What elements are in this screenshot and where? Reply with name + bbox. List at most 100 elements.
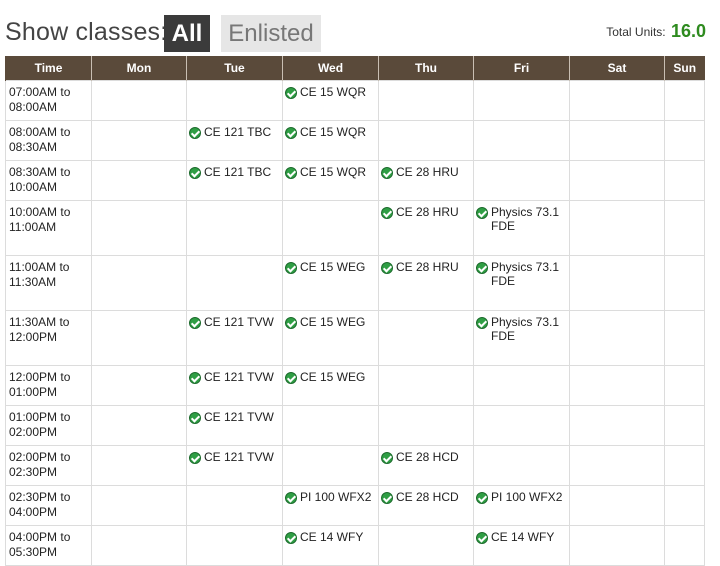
class-entry[interactable]: Physics 73.1 FDE [476,315,566,343]
table-row: 08:00AM to 08:30AM CE 121 TBC CE 15 WQR [5,120,705,161]
check-circle-icon [381,262,393,274]
check-circle-icon [381,452,393,464]
schedule-cell-wed: CE 15 WEG [282,255,379,311]
class-entry[interactable]: CE 14 WFY [476,530,566,544]
check-circle-icon [476,532,488,544]
column-header-fri: Fri [473,56,570,81]
schedule-cell-mon [91,525,187,566]
class-label: CE 121 TVW [204,370,274,384]
schedule-cell-sat [569,525,665,566]
schedule-cell-thu: CE 28 HRU [378,255,474,311]
class-label: CE 28 HCD [396,450,459,464]
schedule-cell-fri: PI 100 WFX2 [473,485,570,526]
class-entry[interactable]: CE 28 HCD [381,450,470,464]
schedule-cell-tue [186,485,283,526]
table-row: 08:30AM to 10:00AM CE 121 TBC CE 15 WQR CE … [5,160,705,201]
schedule-cell-wed [282,200,379,256]
class-entry[interactable]: CE 28 HCD [381,490,470,504]
class-entry[interactable]: CE 121 TVW [189,370,279,384]
show-classes-label: Show classes: [5,18,168,46]
class-entry[interactable]: Physics 73.1 FDE [476,260,566,288]
class-entry[interactable]: CE 15 WEG [285,260,375,274]
check-circle-icon [285,262,297,274]
schedule-cell-fri [473,445,570,486]
class-entry[interactable]: Physics 73.1 FDE [476,205,566,233]
table-row: 11:00AM to 11:30AM CE 15 WEG CE 28 HRU Phys… [5,255,705,311]
schedule-cell-tue [186,80,283,121]
schedule-cell-fri [473,160,570,201]
class-entry[interactable]: CE 15 WEG [285,315,375,329]
class-entry[interactable]: CE 121 TVW [189,315,279,329]
class-entry[interactable]: CE 121 TBC [189,125,279,139]
schedule-cell-fri: CE 14 WFY [473,525,570,566]
table-row: 07:00AM to 08:00AM CE 15 WQR [5,80,705,121]
schedule-cell-fri: Physics 73.1 FDE [473,255,570,311]
class-label: CE 15 WQR [300,165,367,179]
schedule-cell-tue: CE 121 TVW [186,310,283,366]
schedule-body: 07:00AM to 08:00AM CE 15 WQR 08:00AM to 08… [5,80,705,566]
filter-enlisted-button[interactable]: Enlisted [221,15,321,52]
class-entry[interactable]: CE 121 TVW [189,450,279,464]
time-slot: 10:00AM to 11:00AM [5,200,92,256]
column-header-thu: Thu [378,56,474,81]
schedule-cell-wed: PI 100 WFX2 [282,485,379,526]
check-circle-icon [476,492,488,504]
schedule-cell-sun [664,200,705,256]
check-circle-icon [189,317,201,329]
schedule-cell-mon [91,200,187,256]
class-entry[interactable]: CE 28 HRU [381,205,470,219]
schedule-cell-sun [664,255,705,311]
time-slot: 07:00AM to 08:00AM [5,80,92,121]
check-circle-icon [285,127,297,139]
class-entry[interactable]: CE 28 HRU [381,260,470,274]
class-entry[interactable]: CE 28 HRU [381,165,470,179]
time-slot: 11:30AM to 12:00PM [5,310,92,366]
class-entry[interactable]: CE 121 TVW [189,410,279,424]
schedule-cell-wed [282,445,379,486]
schedule-cell-sat [569,80,665,121]
schedule-cell-thu [378,310,474,366]
class-entry[interactable]: PI 100 WFX2 [476,490,566,504]
schedule-cell-sat [569,160,665,201]
class-entry[interactable]: CE 15 WQR [285,165,375,179]
schedule-cell-mon [91,80,187,121]
schedule-cell-thu [378,80,474,121]
filter-all-button[interactable]: All [164,15,210,52]
check-circle-icon [285,167,297,179]
schedule-cell-sun [664,405,705,446]
class-label: CE 14 WFY [300,530,364,544]
schedule-cell-sat [569,405,665,446]
table-row: 04:00PM to 05:30PM CE 14 WFY CE 14 WFY [5,525,705,566]
class-label: Physics 73.1 FDE [491,315,560,343]
column-header-sat: Sat [569,56,665,81]
table-row: 12:00PM to 01:00PM CE 121 TVW CE 15 WEG [5,365,705,406]
schedule-cell-sat [569,120,665,161]
class-entry[interactable]: CE 15 WEG [285,370,375,384]
schedule-cell-fri [473,405,570,446]
table-row: 01:00PM to 02:00PM CE 121 TVW [5,405,705,446]
class-entry[interactable]: CE 121 TBC [189,165,279,179]
schedule-cell-tue: CE 121 TBC [186,120,283,161]
schedule-table: Time Mon Tue Wed Thu Fri Sat Sun 07:00AM to 08:… [5,56,705,566]
check-circle-icon [285,492,297,504]
total-units-label: Total Units: [606,25,666,39]
class-entry[interactable]: CE 14 WFY [285,530,375,544]
schedule-cell-wed [282,405,379,446]
schedule-header-row: Time Mon Tue Wed Thu Fri Sat Sun [5,56,705,81]
check-circle-icon [285,317,297,329]
check-circle-icon [285,372,297,384]
class-label: PI 100 WFX2 [300,490,372,504]
schedule-cell-wed: CE 15 WQR [282,120,379,161]
class-entry[interactable]: CE 15 WQR [285,85,375,99]
class-entry[interactable]: CE 15 WQR [285,125,375,139]
class-label: CE 28 HCD [396,490,459,504]
check-circle-icon [189,452,201,464]
class-label: CE 28 HRU [396,205,459,219]
schedule-cell-thu [378,405,474,446]
time-slot: 01:00PM to 02:00PM [5,405,92,446]
schedule-cell-wed: CE 14 WFY [282,525,379,566]
schedule-cell-sun [664,525,705,566]
schedule-cell-sat [569,485,665,526]
class-label: CE 15 WQR [300,125,367,139]
class-entry[interactable]: PI 100 WFX2 [285,490,375,504]
